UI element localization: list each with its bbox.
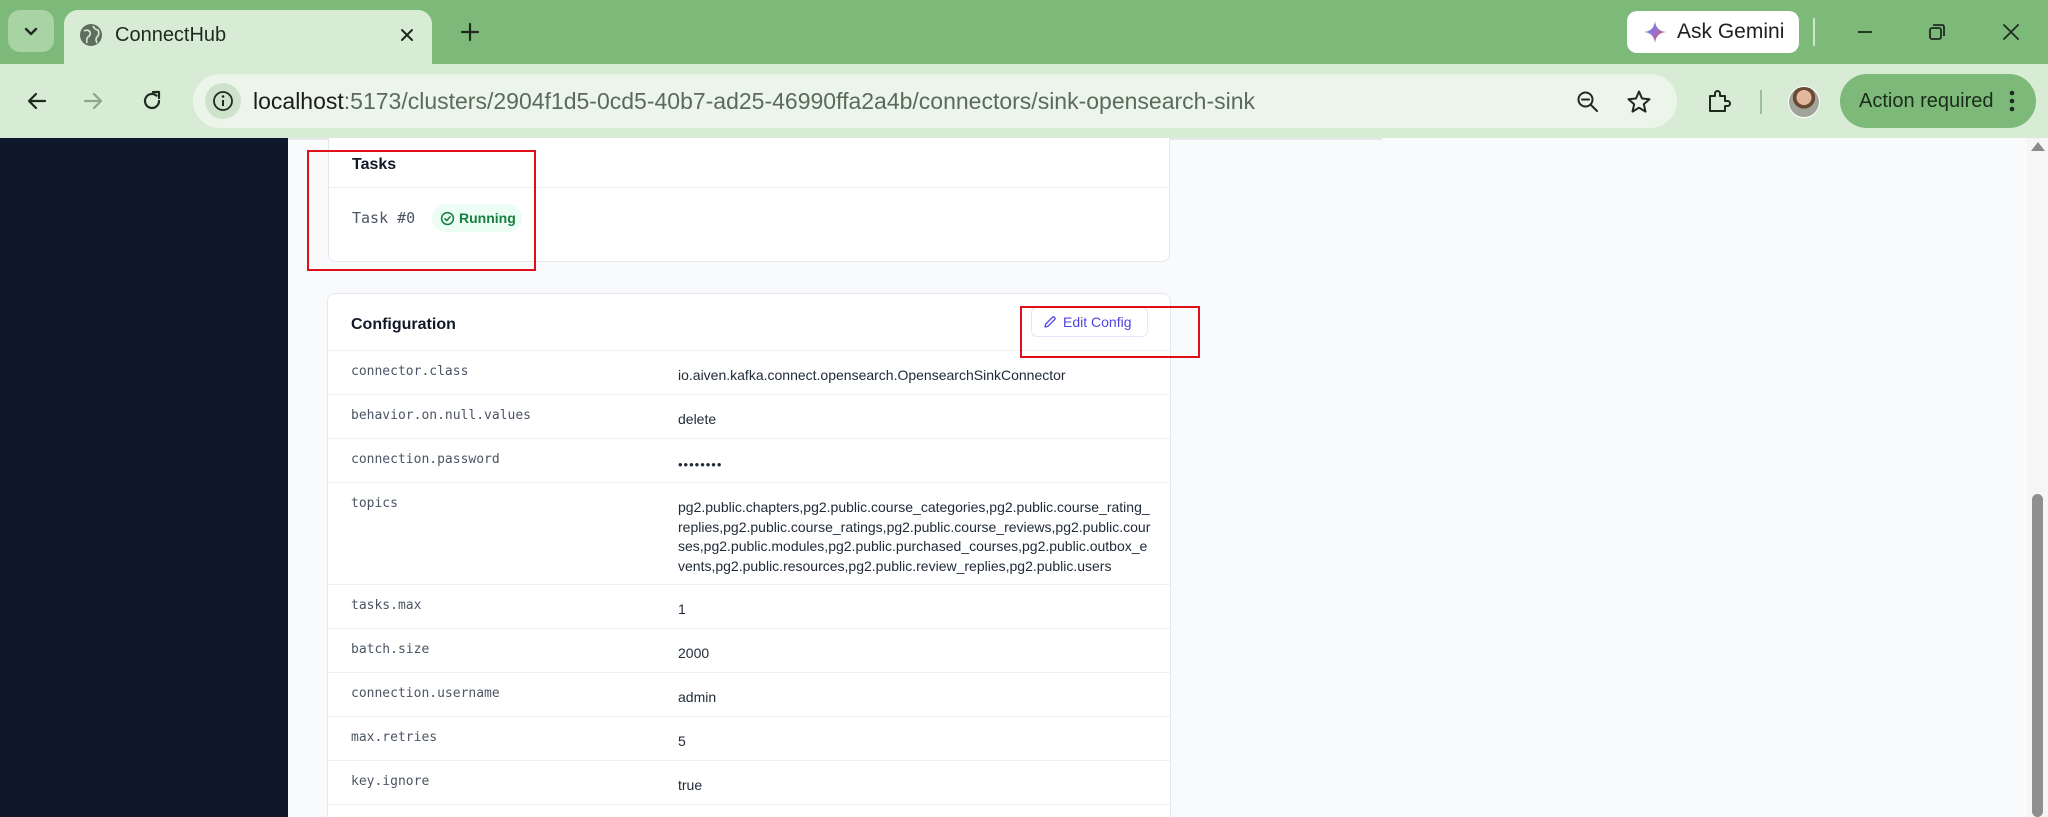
action-required-button[interactable]: Action required <box>1840 74 2036 128</box>
config-value: 2000 <box>678 645 710 661</box>
restore-icon <box>1929 24 1945 40</box>
reload-icon <box>143 90 161 110</box>
configuration-table: connector.class io.aiven.kafka.connect.o… <box>328 351 1170 805</box>
globe-icon <box>80 24 102 46</box>
config-key: tasks.max <box>351 598 422 613</box>
configuration-title: Configuration <box>351 316 456 333</box>
config-key: connection.username <box>351 686 500 701</box>
config-value: delete <box>678 411 717 427</box>
bookmark-button[interactable] <box>1625 88 1653 116</box>
close-tab-button[interactable] <box>394 22 420 48</box>
sidebar <box>0 138 288 817</box>
star-icon <box>1627 90 1651 113</box>
config-key: max.retries <box>351 730 438 745</box>
configuration-card: Configuration Edit Config connector.clas… <box>327 293 1171 817</box>
restore-button[interactable] <box>1919 14 1955 50</box>
back-button[interactable] <box>16 80 58 122</box>
site-info-button[interactable] <box>205 83 241 119</box>
ask-gemini-label: Ask Gemini <box>1677 20 1785 43</box>
forward-button[interactable] <box>72 80 114 122</box>
config-row: topics pg2.public.chapters,pg2.public.co… <box>328 483 1170 585</box>
profile-avatar[interactable] <box>1788 86 1820 118</box>
url-text: localhost:5173/clusters/2904f1d5-0cd5-40… <box>253 88 1255 115</box>
gemini-sparkle-icon <box>1644 21 1666 43</box>
chevron-down-icon <box>24 27 38 36</box>
close-icon <box>401 29 413 41</box>
new-tab-button[interactable] <box>452 14 488 50</box>
browser-toolbar: localhost:5173/clusters/2904f1d5-0cd5-40… <box>0 64 2048 138</box>
config-row: batch.size 2000 <box>328 629 1170 673</box>
config-key: topics <box>351 496 398 511</box>
site-info-icon <box>213 91 233 111</box>
config-row: connection.username admin <box>328 673 1170 717</box>
close-window-button[interactable] <box>1993 14 2029 50</box>
plus-icon <box>460 22 480 42</box>
toolbar-divider <box>1760 90 1762 114</box>
browser-menu-button[interactable] <box>2000 89 2024 113</box>
config-row: connection.password •••••••• <box>328 439 1170 483</box>
zoom-icon <box>1577 91 1598 112</box>
config-row: max.retries 5 <box>328 717 1170 761</box>
browser-tab[interactable]: ConnectHub <box>64 10 432 64</box>
extensions-button[interactable] <box>1702 84 1736 118</box>
more-vert-icon <box>2009 90 2015 112</box>
browser-tab-bar: ConnectHub Ask Gemini <box>0 0 2048 64</box>
close-window-icon <box>2003 24 2019 40</box>
reload-button[interactable] <box>131 80 173 122</box>
annotation-box-edit-config <box>1020 306 1200 358</box>
config-value: 5 <box>678 733 686 749</box>
config-value-masked: •••••••• <box>678 457 723 472</box>
config-value: true <box>678 777 703 793</box>
tab-search-button[interactable] <box>8 10 54 52</box>
url-host: localhost <box>253 88 344 114</box>
config-key: connection.password <box>351 452 500 467</box>
config-row: tasks.max 1 <box>328 585 1170 629</box>
ask-gemini-button[interactable]: Ask Gemini <box>1627 11 1799 53</box>
config-key: batch.size <box>351 642 430 657</box>
config-value: pg2.public.chapters,pg2.public.course_ca… <box>678 499 1151 574</box>
config-value: io.aiven.kafka.connect.opensearch.Opense… <box>678 367 1066 383</box>
scrollbar-thumb[interactable] <box>2032 494 2043 817</box>
config-row: key.ignore true <box>328 761 1170 805</box>
config-value: admin <box>678 689 717 705</box>
config-row: behavior.on.null.values delete <box>328 395 1170 439</box>
config-key: connector.class <box>351 364 469 379</box>
tab-title: ConnectHub <box>115 24 227 46</box>
extensions-icon <box>1709 90 1731 112</box>
address-bar[interactable]: localhost:5173/clusters/2904f1d5-0cd5-40… <box>193 74 1677 128</box>
annotation-box-tasks <box>307 150 536 271</box>
minimize-icon <box>1858 31 1872 33</box>
tabbar-divider <box>1813 18 1815 46</box>
forward-icon <box>83 92 103 110</box>
back-icon <box>27 92 47 110</box>
url-path: :5173/clusters/2904f1d5-0cd5-40b7-ad25-4… <box>343 88 1256 114</box>
scroll-up-arrow-icon[interactable] <box>2031 142 2045 151</box>
action-required-label: Action required <box>1859 89 1994 112</box>
config-value: 1 <box>678 601 686 617</box>
minimize-button[interactable] <box>1847 14 1883 50</box>
page-viewport: Tasks Task #0 Running Configuration Edit… <box>0 138 2048 817</box>
config-key: behavior.on.null.values <box>351 408 532 423</box>
zoom-button[interactable] <box>1574 88 1602 116</box>
config-key: key.ignore <box>351 774 430 789</box>
